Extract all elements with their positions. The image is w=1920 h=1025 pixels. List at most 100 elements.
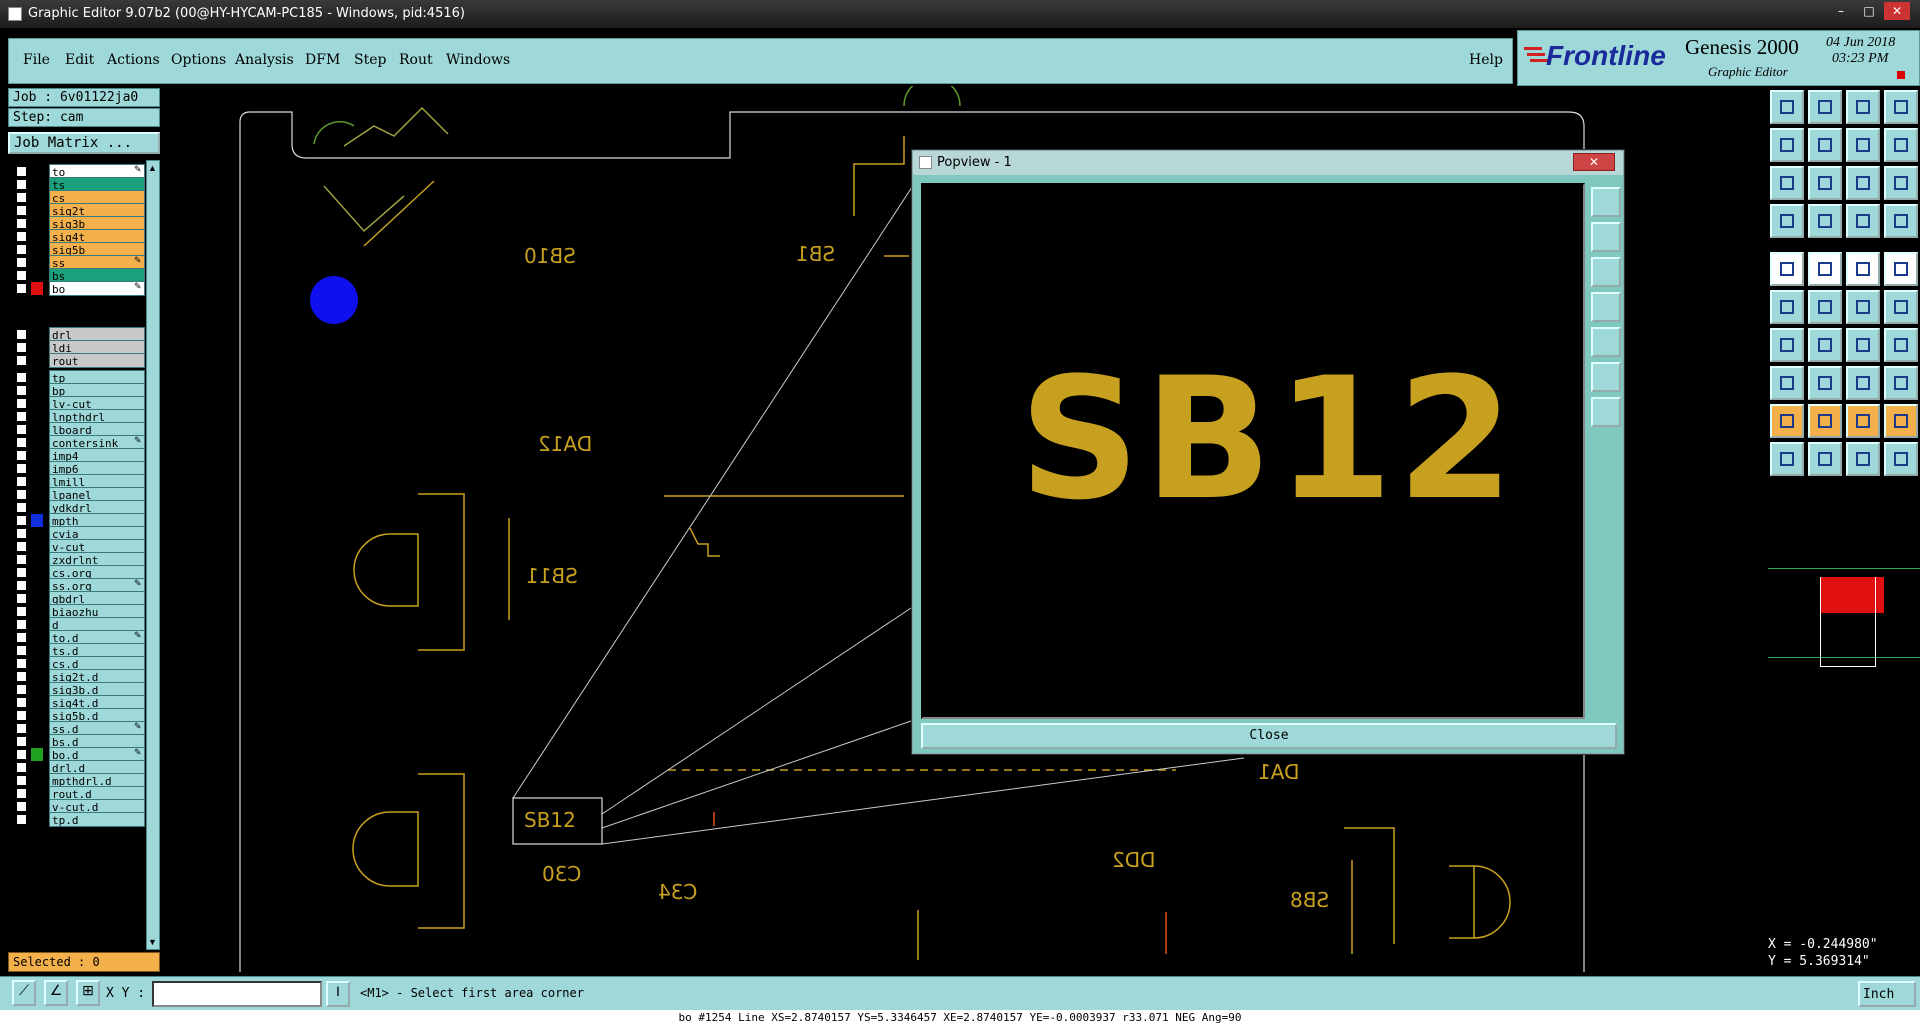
popview-close-button[interactable]: Close [921,723,1617,749]
node-icon[interactable] [1770,290,1804,324]
layer-checkbox[interactable] [16,450,27,461]
layer-checkbox[interactable] [16,580,27,591]
layer-checkbox[interactable] [16,166,27,177]
pointer3-icon[interactable] [1846,442,1880,476]
units-selector[interactable]: Inch [1858,981,1916,1007]
layer-checkbox[interactable] [16,231,27,242]
grid-icon[interactable]: ⊞ [76,980,100,1006]
layer-row[interactable]: rout [14,353,145,368]
measure-icon[interactable]: ∠ [44,980,68,1006]
menu-rout[interactable]: Rout [399,52,433,68]
circle-icon[interactable] [1884,252,1918,286]
layer-name[interactable]: rout [49,353,145,368]
route-icon[interactable] [1884,290,1918,324]
layer-checkbox[interactable] [16,489,27,500]
scroll-up-icon[interactable]: ▲ [148,163,157,173]
redo-icon[interactable] [1884,128,1918,162]
layer-checkbox[interactable] [16,218,27,229]
layer-checkbox[interactable] [16,463,27,474]
prev-icon[interactable] [1770,128,1804,162]
layer-scrollbar[interactable]: ▲ ▼ [146,160,160,950]
cross-icon[interactable] [1808,290,1842,324]
layer-checkbox[interactable] [16,355,27,366]
snap-icon[interactable] [1846,204,1880,238]
layer-checkbox[interactable] [16,528,27,539]
split-icon[interactable] [1808,366,1842,400]
layer-checkbox[interactable] [16,762,27,773]
layer-checkbox[interactable] [16,671,27,682]
board-minimap[interactable] [1768,568,1920,667]
maximize-button[interactable]: □ [1856,2,1882,20]
copy-icon[interactable] [1884,366,1918,400]
popview-close-x-button[interactable]: ✕ [1573,153,1615,171]
edit-line-icon[interactable] [1770,328,1804,362]
layer-checkbox[interactable] [16,283,27,294]
pv-down-icon[interactable] [1591,257,1621,287]
menu-options[interactable]: Options [171,52,226,68]
close-window-button[interactable]: ✕ [1884,2,1910,20]
fit-icon[interactable] [1770,166,1804,200]
pointer-icon[interactable] [1770,442,1804,476]
arrow-up-icon[interactable] [1808,404,1842,438]
layer-checkbox[interactable] [16,372,27,383]
layer-name[interactable]: tp.d [49,812,145,827]
pv-zoom-icon[interactable] [1591,187,1621,217]
layer-checkbox[interactable] [16,697,27,708]
layer-row[interactable]: tp.d [14,812,145,827]
layer-checkbox[interactable] [16,788,27,799]
layer-checkbox[interactable] [16,329,27,340]
layer-checkbox[interactable] [16,593,27,604]
pv-center-icon[interactable] [1591,397,1621,427]
layer-checkbox[interactable] [16,801,27,812]
arrow-up2-icon[interactable] [1846,404,1880,438]
pv-fit-icon[interactable] [1591,362,1621,392]
layer-row[interactable]: bo ✎ [14,281,145,296]
line-icon[interactable] [1808,252,1842,286]
pointer4-icon[interactable] [1884,442,1918,476]
connect-icon[interactable] [1846,290,1880,324]
pv-right-icon[interactable] [1591,327,1621,357]
layer-checkbox[interactable] [16,541,27,552]
panel-icon[interactable] [1884,90,1918,124]
layer-checkbox[interactable] [16,554,27,565]
triangle-icon[interactable] [1770,404,1804,438]
layer-checkbox[interactable] [16,723,27,734]
menu-dfm[interactable]: DFM [305,52,340,68]
pointer2-icon[interactable] [1808,442,1842,476]
save-icon[interactable] [1808,90,1842,124]
popview-viewport[interactable]: SB12 [921,183,1585,719]
layer-checkbox[interactable] [16,632,27,643]
menu-help[interactable]: Help [1469,52,1503,68]
layer-checkbox[interactable] [16,710,27,721]
layer-checkbox[interactable] [16,684,27,695]
arc-icon[interactable] [1846,328,1880,362]
menu-file[interactable]: File [23,52,50,68]
layer-checkbox[interactable] [16,244,27,255]
menu-actions[interactable]: Actions [107,52,160,68]
layer-checkbox[interactable] [16,658,27,669]
pv-left-icon[interactable] [1591,292,1621,322]
align-icon[interactable] [1846,366,1880,400]
layer-checkbox[interactable] [16,192,27,203]
layer-checkbox[interactable] [16,385,27,396]
xy-input[interactable] [152,981,322,1007]
help-icon[interactable] [1884,166,1918,200]
home-icon[interactable] [1846,90,1880,124]
move-icon[interactable] [1770,366,1804,400]
layer-checkbox[interactable] [16,342,27,353]
layer-checkbox[interactable] [16,502,27,513]
arrow-up3-icon[interactable] [1884,404,1918,438]
menu-step[interactable]: Step [354,52,386,68]
layer-checkbox[interactable] [16,567,27,578]
menu-windows[interactable]: Windows [446,52,510,68]
layer-checkbox[interactable] [16,515,27,526]
layer-checkbox[interactable] [16,270,27,281]
layer-checkbox[interactable] [16,645,27,656]
minimize-button[interactable]: – [1828,2,1854,20]
layer-name[interactable]: bo [49,281,145,296]
layer-checkbox[interactable] [16,775,27,786]
snap-alt-icon[interactable] [1884,204,1918,238]
layer-checkbox[interactable] [16,179,27,190]
layer-checkbox[interactable] [16,424,27,435]
next-icon[interactable] [1808,128,1842,162]
